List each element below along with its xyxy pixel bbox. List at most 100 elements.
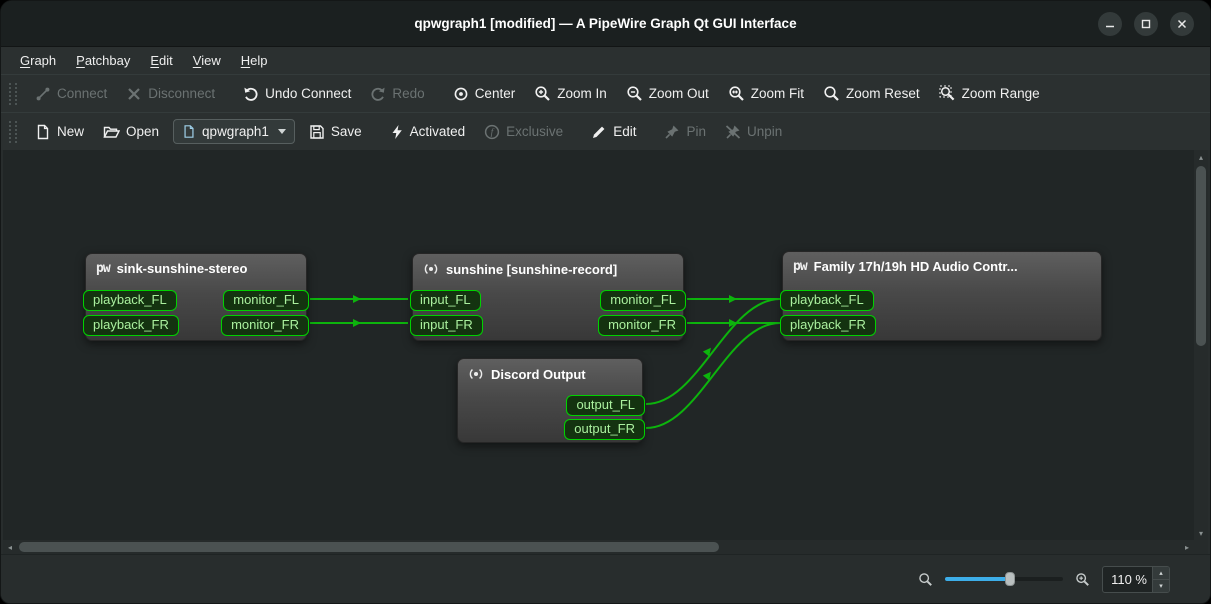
session-name: qpwgraph1 [202,124,269,139]
port-input[interactable]: playback_FL [780,290,874,311]
node-sink-sunshine-stereo[interactable]: pw sink-sunshine-stereo playback_FL play… [85,253,307,341]
node-title: Family 17h/19h HD Audio Contr... [814,259,1018,274]
open-button[interactable]: Open [94,118,168,146]
menu-view[interactable]: View [184,50,230,71]
vertical-scrollbar[interactable]: ▴ ▾ [1194,150,1208,540]
open-label: Open [126,124,159,139]
zoom-slider[interactable] [945,569,1063,589]
new-file-icon [35,124,51,140]
window-controls [1098,12,1194,36]
edit-label: Edit [613,124,636,139]
zoom-spinbox[interactable]: 110 % ▴ ▾ [1102,566,1170,593]
node-sunshine[interactable]: sunshine [sunshine-record] input_FL inpu… [412,253,684,341]
undo-connect-button[interactable]: Undo Connect [234,80,360,108]
port-output[interactable]: monitor_FL [223,290,309,311]
redo-label: Redo [392,86,424,101]
window-title: qpwgraph1 [modified] — A PipeWire Graph … [414,16,796,31]
new-button[interactable]: New [26,118,93,146]
disconnect-button: Disconnect [117,80,224,108]
graph-canvas[interactable]: pw sink-sunshine-stereo playback_FL play… [3,150,1194,540]
unpin-label: Unpin [747,124,782,139]
node-header: sunshine [sunshine-record] [413,254,683,281]
port-output[interactable]: monitor_FR [221,315,309,336]
titlebar: qpwgraph1 [modified] — A PipeWire Graph … [1,1,1210,47]
zoom-range-button[interactable]: Zoom Range [930,79,1049,108]
pipewire-icon: pw [96,261,110,276]
connect-button: Connect [26,80,116,108]
zoom-value[interactable]: 110 % [1103,567,1152,592]
center-button[interactable]: Center [444,80,525,108]
disconnect-icon [126,86,142,102]
port-input[interactable]: playback_FR [83,315,179,336]
node-header: pw Family 17h/19h HD Audio Contr... [783,252,1101,278]
session-dropdown[interactable]: qpwgraph1 [173,119,295,144]
pipewire-icon: pw [793,259,807,274]
zoom-spin-up-button[interactable]: ▴ [1153,567,1169,579]
new-label: New [57,124,84,139]
scroll-right-arrow[interactable]: ▸ [1180,540,1194,554]
redo-icon [370,86,386,102]
node-header: Discord Output [458,359,642,386]
save-button[interactable]: Save [300,118,371,146]
zoom-out-small-icon [918,572,933,587]
menu-graph[interactable]: Graph [11,50,65,71]
undo-icon [243,86,259,102]
zoom-in-label: Zoom In [557,86,607,101]
scroll-down-arrow[interactable]: ▾ [1194,526,1208,540]
statusbar: 110 % ▴ ▾ [1,554,1210,603]
close-button[interactable] [1170,12,1194,36]
disconnect-label: Disconnect [148,86,215,101]
connection-lines [3,150,1194,540]
toolbar-drag-handle[interactable] [9,121,17,143]
record-icon [423,261,439,277]
zoom-fit-button[interactable]: Zoom Fit [719,79,813,108]
minimize-button[interactable] [1098,12,1122,36]
port-input[interactable]: playback_FR [780,315,876,336]
scroll-left-arrow[interactable]: ◂ [3,540,17,554]
toolbar-drag-handle[interactable] [9,83,17,105]
zoom-in-small-icon [1075,572,1090,587]
zoom-fit-label: Zoom Fit [751,86,804,101]
node-header: pw sink-sunshine-stereo [86,254,306,280]
canvas-area: pw sink-sunshine-stereo playback_FL play… [3,150,1208,554]
close-icon [1177,19,1187,29]
port-output[interactable]: monitor_FR [598,315,686,336]
port-input[interactable]: input_FL [410,290,481,311]
horizontal-scrollbar[interactable]: ◂ ▸ [3,540,1194,554]
center-label: Center [475,86,516,101]
edit-pencil-icon [591,124,607,140]
zoom-in-button[interactable]: Zoom In [525,79,616,108]
menu-help[interactable]: Help [232,50,277,71]
zoom-spin-down-button[interactable]: ▾ [1153,579,1169,592]
zoom-slider-handle[interactable] [1005,572,1015,586]
activated-toggle[interactable]: Activated [381,118,475,146]
node-discord-output[interactable]: Discord Output output_FL output_FR [457,358,643,443]
port-input[interactable]: input_FR [410,315,483,336]
node-family-hd-audio[interactable]: pw Family 17h/19h HD Audio Contr... play… [782,251,1102,341]
menu-patchbay[interactable]: Patchbay [67,50,139,71]
node-title: sunshine [sunshine-record] [446,262,617,277]
pin-icon [664,124,680,140]
zoom-spin-arrows: ▴ ▾ [1152,567,1169,592]
zoom-reset-button[interactable]: Zoom Reset [814,79,929,108]
horizontal-scrollbar-thumb[interactable] [19,542,719,552]
node-title: sink-sunshine-stereo [117,261,248,276]
port-output[interactable]: output_FL [566,395,645,416]
port-input[interactable]: playback_FL [83,290,177,311]
unpin-button: Unpin [716,118,791,146]
zoom-range-label: Zoom Range [962,86,1040,101]
open-folder-icon [103,124,120,140]
zoom-out-button[interactable]: Zoom Out [617,79,718,108]
scroll-up-arrow[interactable]: ▴ [1194,150,1208,164]
activated-bolt-icon [390,124,404,140]
port-output[interactable]: output_FR [564,419,645,440]
toolbar-patchbay: New Open qpwgraph1 Save Activated f Excl… [1,112,1210,150]
menu-edit[interactable]: Edit [141,50,181,71]
edit-toggle[interactable]: Edit [582,118,645,146]
port-output[interactable]: monitor_FL [600,290,686,311]
zoom-out-label: Zoom Out [649,86,709,101]
maximize-button[interactable] [1134,12,1158,36]
exclusive-toggle: f Exclusive [475,118,572,146]
zoom-out-icon [626,85,643,102]
vertical-scrollbar-thumb[interactable] [1196,166,1206,346]
